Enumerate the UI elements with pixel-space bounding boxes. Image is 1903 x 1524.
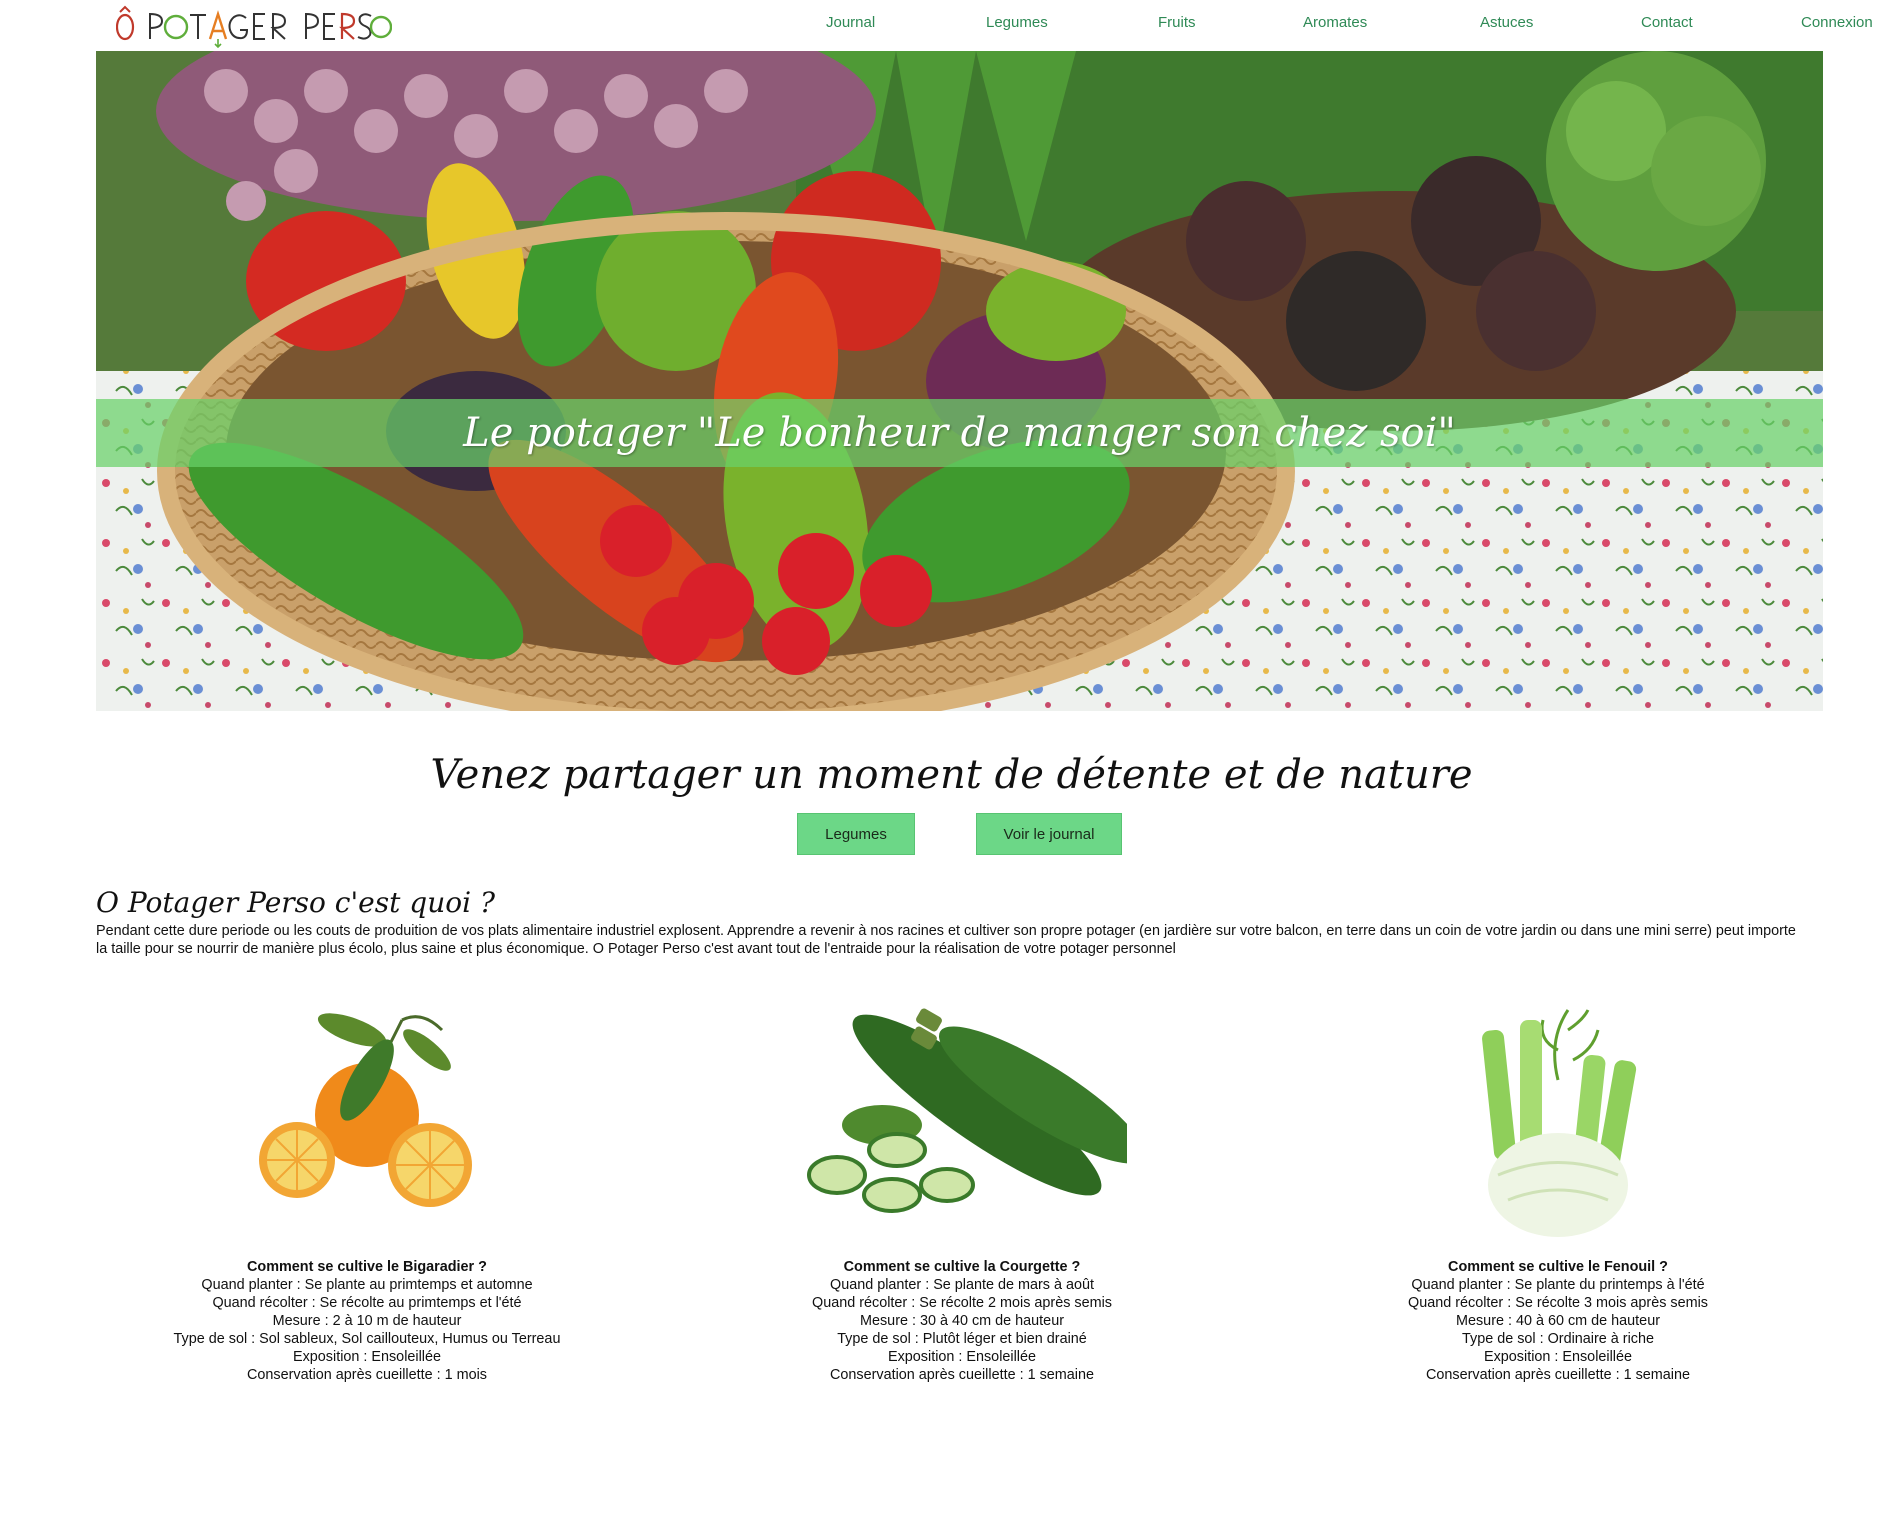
card-line-planter: Quand planter : Se plante de mars à août [830,1277,1094,1293]
card-line-conservation: Conservation après cueillette : 1 mois [247,1367,487,1383]
main-nav: Journal Legumes Fruits Aromates Astuces … [0,14,1903,38]
card-line-recolter: Quand récolter : Se récolte 2 mois après… [812,1295,1112,1311]
card-line-mesure: Mesure : 30 à 40 cm de hauteur [860,1313,1064,1329]
card-fenouil: Comment se cultive le Fenouil ? Quand pl… [1318,1000,1798,1383]
card-line-conservation: Conservation après cueillette : 1 semain… [1426,1367,1690,1383]
card-info: Comment se cultive le Bigaradier ? Quand… [127,1258,607,1384]
card-line-conservation: Conservation après cueillette : 1 semain… [830,1367,1094,1383]
nav-contact[interactable]: Contact [1641,14,1693,31]
card-info: Comment se cultive la Courgette ? Quand … [722,1258,1202,1384]
card-line-mesure: Mesure : 40 à 60 cm de hauteur [1456,1313,1660,1329]
bigaradier-orange-image [259,1013,472,1207]
nav-aromates[interactable]: Aromates [1303,14,1367,31]
card-line-exposition: Exposition : Ensoleillée [888,1349,1036,1365]
legumes-button[interactable]: Legumes [797,813,915,855]
site-header: Journal Legumes Fruits Aromates Astuces … [0,0,1903,51]
card-title: Comment se cultive le Bigaradier ? [247,1259,487,1275]
card-line-mesure: Mesure : 2 à 10 m de hauteur [272,1313,462,1329]
nav-fruits[interactable]: Fruits [1158,14,1196,31]
hero-slogan: Le potager "Le bonheur de manger son che… [463,410,1456,456]
card-line-recolter: Quand récolter : Se récolte au primtemps… [212,1295,522,1311]
hero-vegetable-basket-image [96,51,1823,711]
nav-journal[interactable]: Journal [826,14,875,31]
courgette-image [807,1008,1127,1213]
about-text: Pendant cette dure periode ou les couts … [96,923,1796,957]
card-title: Comment se cultive le Fenouil ? [1448,1259,1668,1275]
voir-journal-button[interactable]: Voir le journal [976,813,1122,855]
card-title: Comment se cultive la Courgette ? [843,1259,1081,1275]
card-line-sol: Type de sol : Plutôt léger et bien drain… [837,1331,1087,1347]
card-line-recolter: Quand récolter : Se récolte 3 mois après… [1408,1295,1708,1311]
card-bigaradier: Comment se cultive le Bigaradier ? Quand… [127,1000,607,1383]
nav-connexion[interactable]: Connexion [1801,14,1873,31]
card-line-sol: Type de sol : Sol sableux, Sol cailloute… [173,1331,561,1347]
card-courgette: Comment se cultive la Courgette ? Quand … [722,1000,1202,1383]
card-line-exposition: Exposition : Ensoleillée [1484,1349,1632,1365]
about-title: O Potager Perso c'est quoi ? [96,886,495,919]
nav-legumes[interactable]: Legumes [986,14,1048,31]
hero-banner: Le potager "Le bonheur de manger son che… [96,51,1823,711]
nav-astuces[interactable]: Astuces [1480,14,1533,31]
card-line-planter: Quand planter : Se plante du printemps à… [1411,1277,1705,1293]
tagline: Venez partager un moment de détente et d… [430,752,1473,798]
hero-slogan-band: Le potager "Le bonheur de manger son che… [96,399,1823,467]
card-line-exposition: Exposition : Ensoleillée [293,1349,441,1365]
card-line-sol: Type de sol : Ordinaire à riche [1462,1331,1654,1347]
fenouil-image [1482,1009,1637,1237]
card-info: Comment se cultive le Fenouil ? Quand pl… [1318,1258,1798,1384]
card-line-planter: Quand planter : Se plante au primtemps e… [201,1277,533,1293]
